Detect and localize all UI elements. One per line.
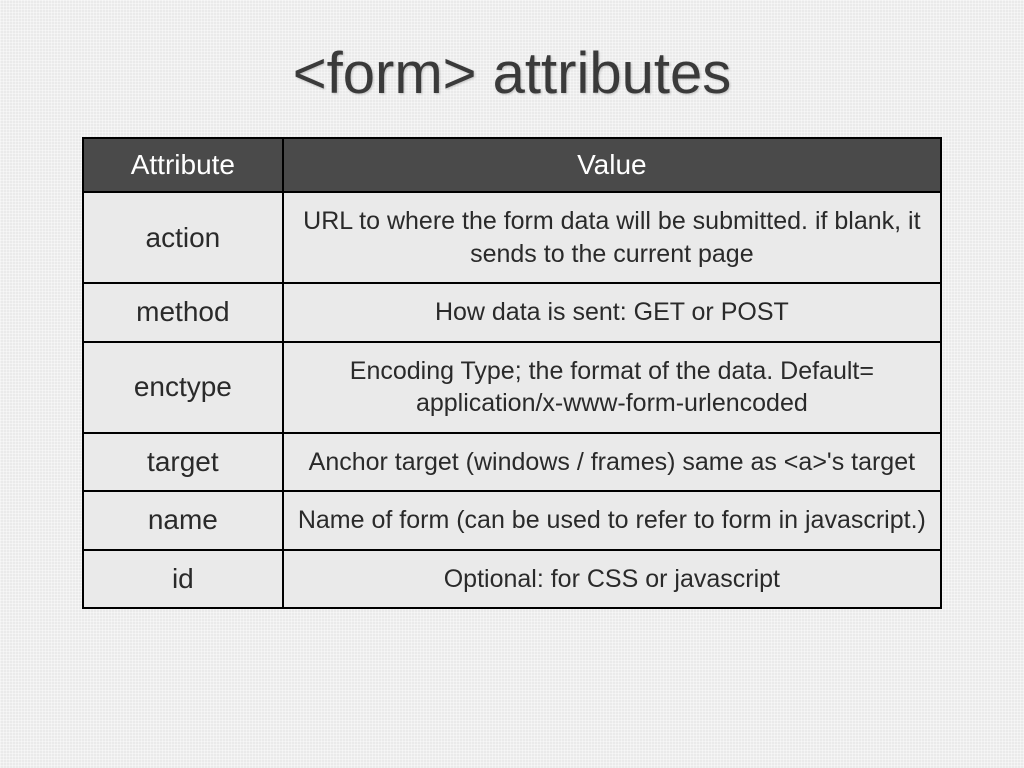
cell-attr: id — [83, 550, 283, 609]
col-header-value: Value — [283, 138, 941, 192]
attributes-table: Attribute Value action URL to where the … — [82, 137, 942, 609]
table-row: action URL to where the form data will b… — [83, 192, 941, 283]
table-row: target Anchor target (windows / frames) … — [83, 433, 941, 492]
table-header-row: Attribute Value — [83, 138, 941, 192]
table-row: id Optional: for CSS or javascript — [83, 550, 941, 609]
cell-value: Anchor target (windows / frames) same as… — [283, 433, 941, 492]
cell-value: Name of form (can be used to refer to fo… — [283, 491, 941, 550]
page-title: <form> attributes — [293, 40, 731, 107]
cell-value: Encoding Type; the format of the data. D… — [283, 342, 941, 433]
cell-attr: method — [83, 283, 283, 342]
cell-value: URL to where the form data will be submi… — [283, 192, 941, 283]
table-row: enctype Encoding Type; the format of the… — [83, 342, 941, 433]
cell-value: How data is sent: GET or POST — [283, 283, 941, 342]
cell-attr: enctype — [83, 342, 283, 433]
cell-attr: name — [83, 491, 283, 550]
cell-value: Optional: for CSS or javascript — [283, 550, 941, 609]
cell-attr: action — [83, 192, 283, 283]
table-row: name Name of form (can be used to refer … — [83, 491, 941, 550]
col-header-attribute: Attribute — [83, 138, 283, 192]
cell-attr: target — [83, 433, 283, 492]
table-row: method How data is sent: GET or POST — [83, 283, 941, 342]
